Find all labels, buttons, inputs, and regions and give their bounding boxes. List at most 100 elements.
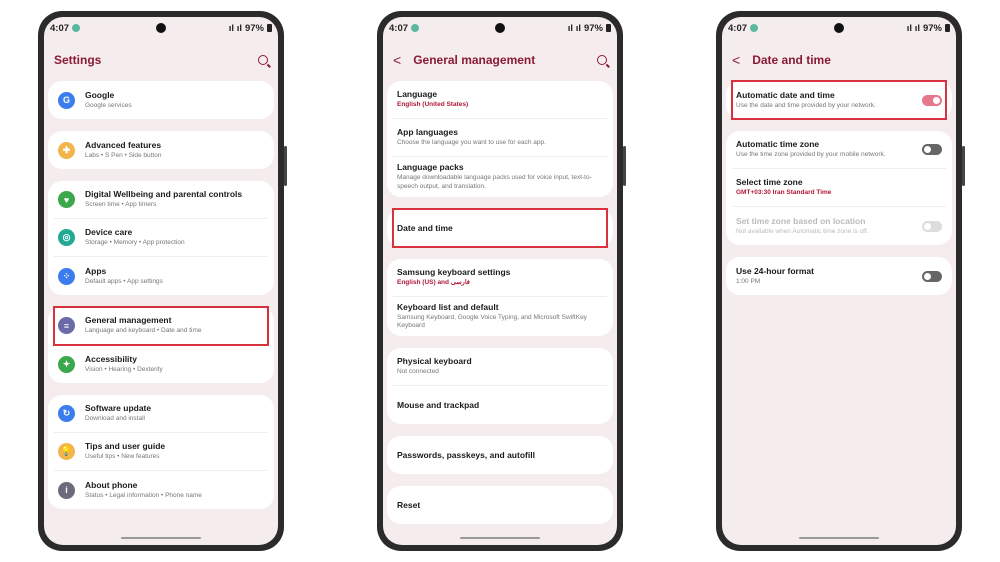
settings-group: Passwords, passkeys, and autofill bbox=[387, 436, 613, 475]
setting-advanced-features[interactable]: ✚ Advanced features Labs • S Pen • Side bu… bbox=[54, 131, 268, 169]
setting-subtitle: Google services bbox=[85, 101, 132, 109]
setting-title: Date and time bbox=[397, 222, 453, 233]
app-bar: < General management bbox=[383, 39, 617, 81]
settings-group: Language English (United States) App langu… bbox=[387, 81, 613, 197]
setting-software-update[interactable]: ↻ Software update Download and install bbox=[54, 395, 268, 433]
back-button[interactable]: < bbox=[732, 52, 740, 68]
setting-subtitle: Screen time • App timers bbox=[85, 201, 157, 209]
battery-level: 97% bbox=[922, 22, 942, 34]
apps-icon: ⁘ bbox=[58, 267, 75, 285]
toggle-switch[interactable] bbox=[922, 94, 942, 106]
setting-app-languages[interactable]: App languages Choose the language you wan… bbox=[393, 119, 607, 157]
signal-icon: ıl ıl bbox=[228, 22, 242, 34]
notification-icon bbox=[72, 24, 81, 32]
battery-icon bbox=[606, 24, 611, 32]
battery-icon bbox=[945, 24, 950, 32]
tips-icon: 💡 bbox=[58, 443, 75, 460]
screen: 4:07 ıl ıl 97% Settings G Google Google serv… bbox=[44, 17, 278, 545]
settings-group: Use 24-hour format 1:00 PM bbox=[726, 257, 952, 295]
setting-title: Select time zone bbox=[736, 177, 803, 188]
setting-google[interactable]: G Google Google services bbox=[54, 81, 268, 119]
setting-title: General management bbox=[85, 315, 172, 326]
about-phone-icon: i bbox=[58, 481, 75, 499]
setting-subtitle: Labs • S Pen • Side button bbox=[85, 151, 162, 159]
setting-digital-wellbeing-and-parental-controls[interactable]: ♥ Digital Wellbeing and parental controls… bbox=[54, 181, 268, 219]
setting-title: Digital Wellbeing and parental controls bbox=[85, 189, 243, 200]
setting-subtitle: Language and keyboard • Date and time bbox=[85, 327, 202, 335]
setting-subtitle: English (US) and فارسی bbox=[397, 278, 470, 286]
google-icon: G bbox=[58, 91, 75, 109]
setting-title: App languages bbox=[397, 127, 458, 138]
settings-group: Physical keyboard Not connected Mouse and … bbox=[387, 348, 613, 425]
settings-group: ↻ Software update Download and install 💡 Tip… bbox=[48, 395, 274, 509]
signal-icon: ıl ıl bbox=[906, 22, 920, 34]
setting-automatic-time-zone[interactable]: Automatic time zone Use the time zone pro… bbox=[732, 131, 946, 169]
status-time: 4:07 bbox=[50, 22, 70, 34]
settings-group: Automatic date and time Use the date and … bbox=[726, 80, 952, 120]
setting-subtitle: Use the date and time provided by your n… bbox=[736, 101, 876, 109]
status-time: 4:07 bbox=[389, 22, 409, 34]
page-title: General management bbox=[413, 53, 536, 67]
page-title: Settings bbox=[54, 53, 102, 67]
battery-level: 97% bbox=[244, 22, 264, 34]
general-management-icon: ≡ bbox=[58, 317, 75, 334]
setting-subtitle: Default apps • App settings bbox=[85, 277, 163, 285]
setting-title: Accessibility bbox=[85, 353, 137, 364]
camera-cutout bbox=[156, 23, 166, 33]
digital-wellbeing-icon: ♥ bbox=[58, 191, 75, 208]
setting-subtitle: Samsung Keyboard, Google Voice Typing, a… bbox=[397, 313, 587, 330]
setting-automatic-date-and-time[interactable]: Automatic date and time Use the date and … bbox=[731, 80, 947, 120]
search-icon[interactable] bbox=[597, 55, 607, 65]
setting-apps[interactable]: ⁘ Apps Default apps • App settings bbox=[54, 257, 268, 295]
setting-title: Apps bbox=[85, 265, 107, 276]
home-indicator[interactable] bbox=[121, 537, 201, 539]
battery-icon bbox=[267, 24, 272, 32]
screen: 4:07 ıl ıl 97% < General management Languag… bbox=[383, 17, 617, 545]
setting-tips-and-user-guide[interactable]: 💡 Tips and user guide Useful tips • New fe… bbox=[54, 433, 268, 471]
setting-select-time-zone[interactable]: Select time zone GMT+03:30 Iran Standard … bbox=[732, 169, 946, 207]
screen: 4:07 ıl ıl 97% < Date and time Automatic da… bbox=[722, 17, 956, 545]
toggle-switch[interactable] bbox=[922, 270, 942, 282]
setting-title: Tips and user guide bbox=[85, 441, 166, 452]
home-indicator[interactable] bbox=[799, 537, 879, 539]
setting-subtitle: English (United States) bbox=[397, 101, 469, 109]
back-button[interactable]: < bbox=[393, 52, 401, 68]
setting-mouse-and-trackpad[interactable]: Mouse and trackpad bbox=[393, 386, 607, 424]
setting-title: Samsung keyboard settings bbox=[397, 266, 511, 277]
setting-use-24-hour-format[interactable]: Use 24-hour format 1:00 PM bbox=[732, 257, 946, 295]
setting-subtitle: GMT+03:30 Iran Standard Time bbox=[736, 189, 832, 197]
phone-general-management: 4:07 ıl ıl 97% < General management Languag… bbox=[377, 11, 626, 551]
setting-set-time-zone-based-on-location: Set time zone based on location Not avail… bbox=[732, 207, 946, 245]
setting-title: Reset bbox=[397, 500, 421, 511]
setting-passwords-passkeys-and-autofill[interactable]: Passwords, passkeys, and autofill bbox=[393, 436, 607, 474]
setting-subtitle: Manage downloadable language packs used … bbox=[397, 174, 592, 190]
notification-icon bbox=[411, 24, 420, 32]
setting-device-care[interactable]: ◎ Device care Storage • Memory • App prote… bbox=[54, 219, 268, 257]
setting-language[interactable]: Language English (United States) bbox=[393, 81, 607, 119]
setting-title: Software update bbox=[85, 403, 152, 414]
setting-reset[interactable]: Reset bbox=[393, 486, 607, 524]
setting-keyboard-list-and-default[interactable]: Keyboard list and default Samsung Keyboar… bbox=[393, 297, 607, 337]
setting-title: Use 24-hour format bbox=[736, 265, 814, 276]
setting-about-phone[interactable]: i About phone Status • Legal information •… bbox=[54, 471, 268, 509]
settings-group: Automatic time zone Use the time zone pro… bbox=[726, 131, 952, 245]
software-update-icon: ↻ bbox=[58, 405, 75, 422]
setting-subtitle: 1:00 PM bbox=[736, 277, 761, 285]
camera-cutout bbox=[834, 23, 844, 33]
settings-group: Date and time bbox=[387, 207, 613, 248]
setting-subtitle: Vision • Hearing • Dexterity bbox=[85, 365, 163, 373]
setting-physical-keyboard[interactable]: Physical keyboard Not connected bbox=[393, 348, 607, 387]
search-icon[interactable] bbox=[258, 55, 268, 65]
setting-accessibility[interactable]: ✦ Accessibility Vision • Hearing • Dexteri… bbox=[54, 345, 268, 383]
setting-date-and-time[interactable]: Date and time bbox=[392, 207, 608, 248]
home-indicator[interactable] bbox=[460, 537, 540, 539]
setting-language-packs[interactable]: Language packs Manage downloadable langua… bbox=[393, 157, 607, 197]
phone-date-and-time: 4:07 ıl ıl 97% < Date and time Automatic da… bbox=[716, 11, 965, 551]
setting-general-management[interactable]: ≡ General management Language and keyboard… bbox=[53, 306, 269, 346]
setting-samsung-keyboard-settings[interactable]: Samsung keyboard settings English (US) an… bbox=[393, 259, 607, 297]
setting-title: Physical keyboard bbox=[397, 356, 472, 367]
toggle-switch[interactable] bbox=[922, 144, 942, 155]
settings-group: ≡ General management Language and keyboard… bbox=[48, 306, 274, 383]
setting-title: Device care bbox=[85, 227, 133, 238]
setting-subtitle: Not available when Automatic time zone i… bbox=[736, 227, 869, 235]
